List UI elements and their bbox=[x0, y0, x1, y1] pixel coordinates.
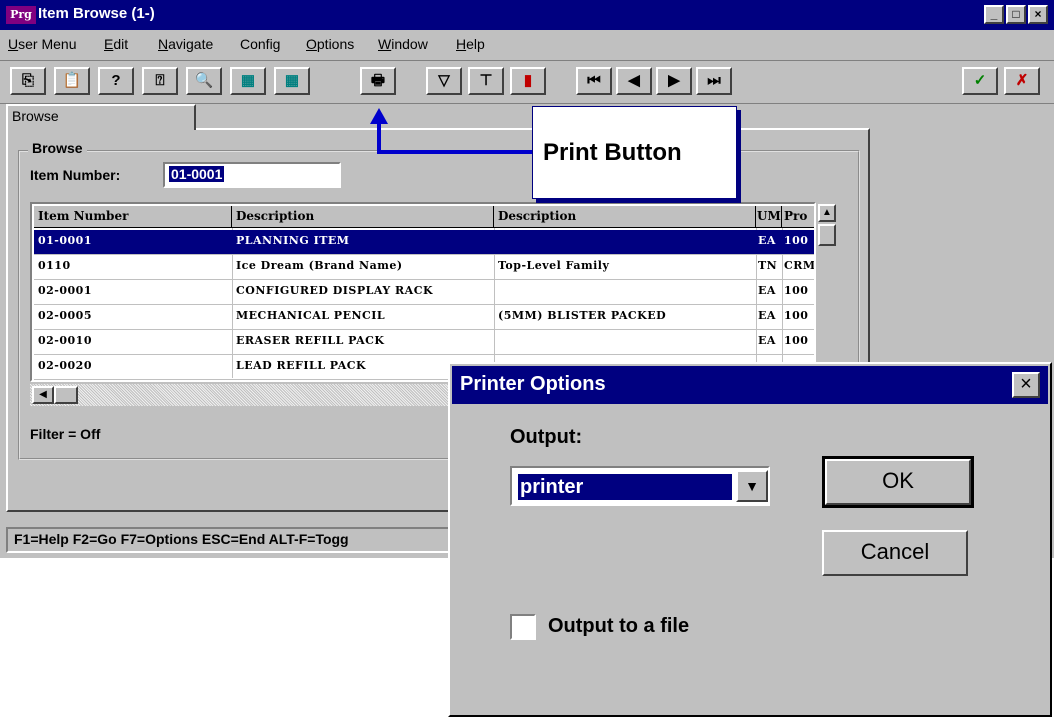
output-to-file-checkbox[interactable] bbox=[510, 614, 536, 640]
vertical-scrollbar[interactable]: ▲ bbox=[816, 202, 838, 382]
arrow-head-icon bbox=[370, 108, 388, 124]
menu-edit[interactable]: Edit bbox=[104, 36, 128, 52]
calculator-icon[interactable]: ▦ bbox=[274, 67, 310, 95]
toolbar: ⎘ 📋 ? ⍰ 🔍 ▦ ▦ 🖶 ▽ ⊤ ▮ ⏮ ◀ ▶ ⏭ ✓ ✗ bbox=[0, 60, 1054, 104]
print-icon[interactable]: 🖶 bbox=[360, 67, 396, 95]
scroll-thumb[interactable] bbox=[54, 386, 78, 404]
context-help-icon[interactable]: ? bbox=[98, 67, 134, 95]
print-button-callout: Print Button bbox=[532, 106, 737, 199]
scroll-left-icon[interactable]: ◀ bbox=[32, 386, 54, 404]
scroll-up-icon[interactable]: ▲ bbox=[818, 204, 836, 222]
group-label: Browse bbox=[28, 140, 87, 156]
menu-bar: User Menu Edit Navigate Config Options W… bbox=[0, 31, 1054, 57]
copy-icon[interactable]: ⎘ bbox=[10, 67, 46, 95]
table-row[interactable]: 02-0010 ERASER REFILL PACK EA 100 bbox=[34, 330, 814, 355]
previous-record-icon[interactable]: ◀ bbox=[616, 67, 652, 95]
chevron-down-icon[interactable]: ▼ bbox=[736, 470, 768, 502]
find-icon[interactable]: 🔍 bbox=[186, 67, 222, 95]
column-header[interactable]: Description bbox=[494, 206, 756, 228]
output-to-file-label[interactable]: Output to a file bbox=[548, 615, 689, 638]
table-row[interactable]: 0110 Ice Dream (Brand Name) Top-Level Fa… bbox=[34, 255, 814, 280]
column-header[interactable]: Description bbox=[232, 206, 494, 228]
column-header[interactable]: Pro bbox=[782, 206, 814, 228]
callout-arrow bbox=[377, 150, 533, 154]
table-row[interactable]: 02-0005 MECHANICAL PENCIL (5MM) BLISTER … bbox=[34, 305, 814, 330]
filter-status: Filter = Off bbox=[30, 426, 101, 442]
output-label: Output: bbox=[510, 426, 583, 448]
menu-options[interactable]: Options bbox=[306, 36, 354, 52]
scroll-thumb[interactable] bbox=[818, 224, 836, 246]
column-header[interactable]: UM bbox=[756, 206, 782, 228]
cancel-icon[interactable]: ✗ bbox=[1004, 67, 1040, 95]
close-button[interactable]: × bbox=[1028, 5, 1048, 24]
column-icon[interactable]: ⊤ bbox=[468, 67, 504, 95]
printer-options-dialog: Printer Options × Output: printer ▼ OK C… bbox=[448, 362, 1052, 717]
output-select[interactable]: printer ▼ bbox=[510, 466, 770, 506]
dialog-title: Printer Options bbox=[460, 373, 606, 395]
chart-icon[interactable]: ▮ bbox=[510, 67, 546, 95]
spreadsheet-icon[interactable]: ▦ bbox=[230, 67, 266, 95]
dialog-title-bar: Printer Options × bbox=[452, 366, 1048, 404]
dialog-close-icon[interactable]: × bbox=[1012, 372, 1040, 398]
table-row[interactable]: 01-0001 PLANNING ITEM EA 100 bbox=[34, 230, 814, 255]
browse-table[interactable]: Item Number Description Description UM P… bbox=[30, 202, 816, 382]
item-number-value: 01-0001 bbox=[169, 166, 225, 182]
maximize-button[interactable]: □ bbox=[1006, 5, 1026, 24]
help-book-icon[interactable]: ⍰ bbox=[142, 67, 178, 95]
output-select-value: printer bbox=[518, 474, 732, 500]
app-logo: Prg bbox=[6, 6, 36, 24]
title-bar: Prg Item Browse (1-) _ □ × bbox=[0, 0, 1054, 30]
item-number-label: Item Number: bbox=[30, 167, 121, 183]
callout-text: Print Button bbox=[543, 139, 682, 166]
ok-button-face: OK bbox=[825, 459, 971, 505]
window-title: Item Browse (1-) bbox=[38, 5, 155, 22]
minimize-button[interactable]: _ bbox=[984, 5, 1004, 24]
menu-help[interactable]: Help bbox=[456, 36, 485, 52]
table-row[interactable]: 02-0001 CONFIGURED DISPLAY RACK EA 100 bbox=[34, 280, 814, 305]
next-record-icon[interactable]: ▶ bbox=[656, 67, 692, 95]
accept-icon[interactable]: ✓ bbox=[962, 67, 998, 95]
column-header[interactable]: Item Number bbox=[34, 206, 232, 228]
last-record-icon[interactable]: ⏭ bbox=[696, 67, 732, 95]
filter-icon[interactable]: ▽ bbox=[426, 67, 462, 95]
ok-button[interactable]: OK bbox=[822, 456, 974, 508]
tab-browse[interactable]: Browse bbox=[6, 104, 196, 130]
menu-user-menu[interactable]: User Menu bbox=[8, 36, 76, 52]
menu-config[interactable]: Config bbox=[240, 36, 280, 52]
item-number-input[interactable]: 01-0001 bbox=[163, 162, 341, 188]
paste-icon[interactable]: 📋 bbox=[54, 67, 90, 95]
menu-window[interactable]: Window bbox=[378, 36, 428, 52]
first-record-icon[interactable]: ⏮ bbox=[576, 67, 612, 95]
status-text: F1=Help F2=Go F7=Options ESC=End ALT-F=T… bbox=[14, 531, 349, 547]
cancel-button[interactable]: Cancel bbox=[822, 530, 968, 576]
menu-navigate[interactable]: Navigate bbox=[158, 36, 213, 52]
